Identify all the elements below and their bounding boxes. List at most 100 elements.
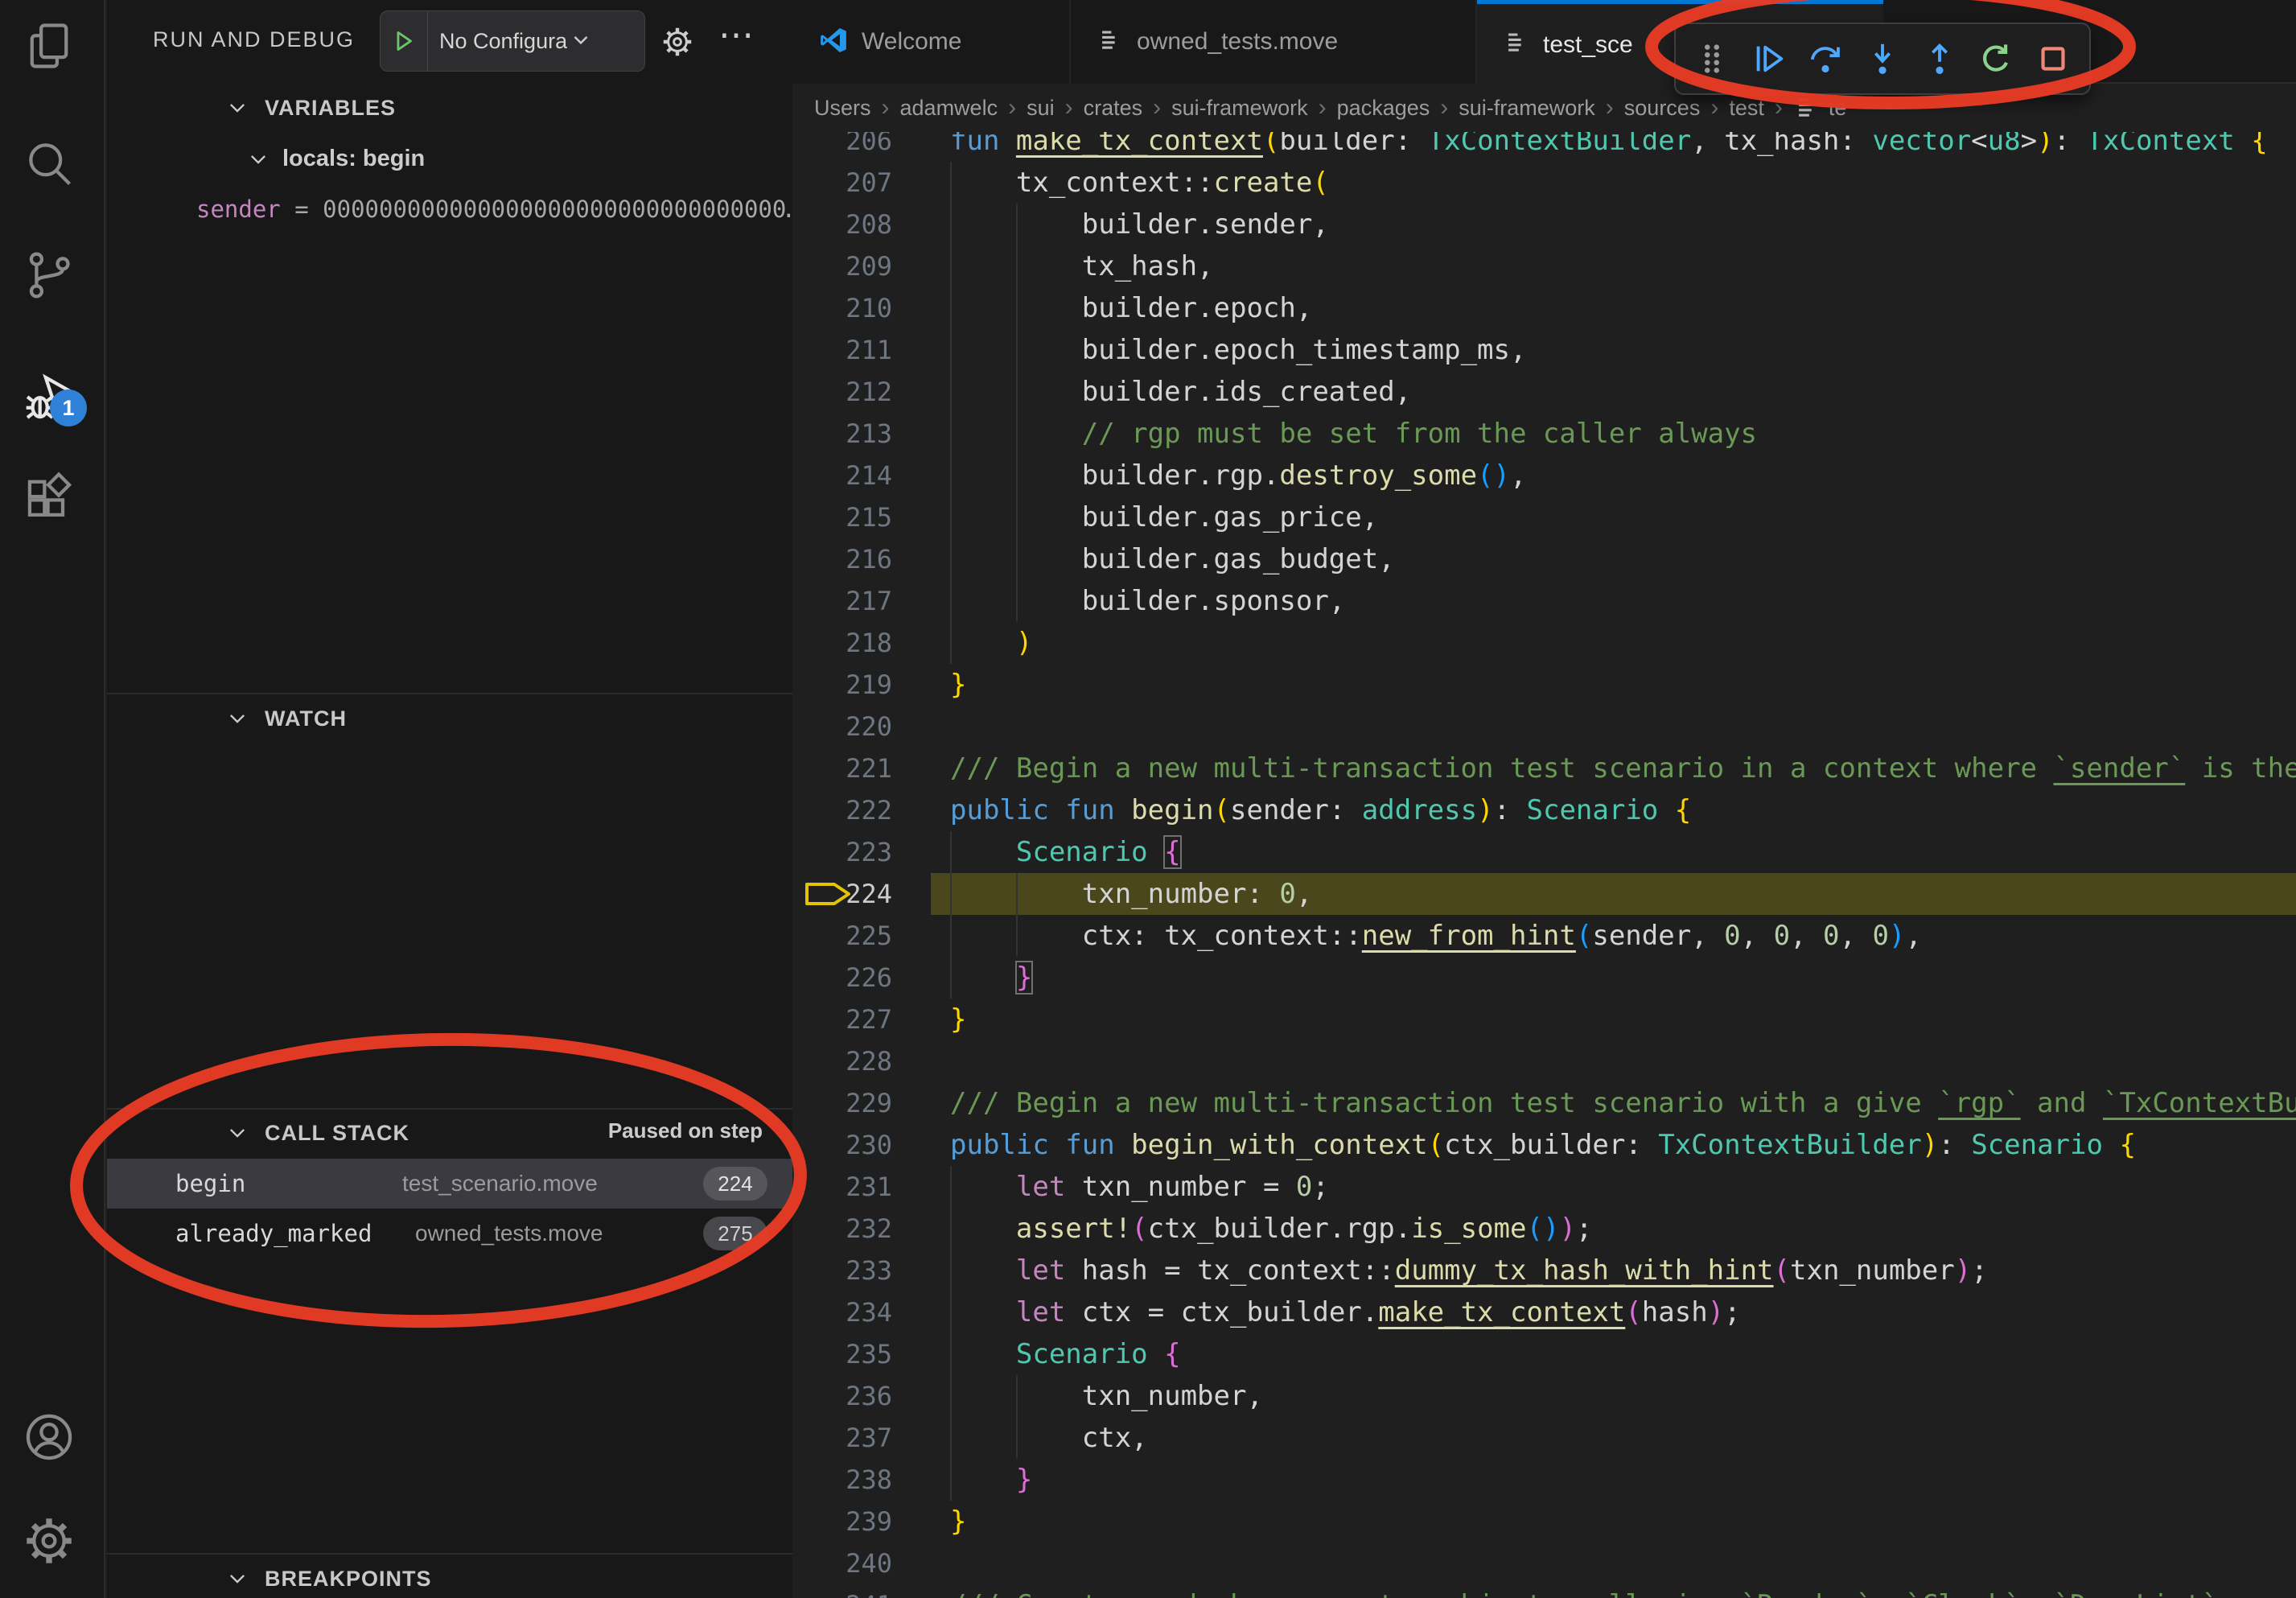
line-number[interactable]: 218 [792,622,892,664]
line-number[interactable]: 213 [792,413,892,455]
code-line-226[interactable]: 226 } [792,957,2296,999]
code-line-231[interactable]: 231 let txn_number = 0; [792,1166,2296,1208]
code-line-230[interactable]: 230public fun begin_with_context(ctx_bui… [792,1124,2296,1166]
code-line-222[interactable]: 222public fun begin(sender: address): Sc… [792,789,2296,831]
toolbar-drag-grip[interactable] [1692,39,1732,79]
code-line-237[interactable]: 237 ctx, [792,1417,2296,1459]
line-number[interactable]: 240 [792,1542,892,1584]
code-line-241[interactable]: 241/// Creates and shares system objects… [792,1584,2296,1598]
line-number[interactable]: 206 [792,132,892,162]
code-line-215[interactable]: 215 builder.gas_price, [792,496,2296,538]
line-number[interactable]: 215 [792,496,892,538]
code-line-223[interactable]: 223 Scenario { [792,831,2296,873]
line-number[interactable]: 236 [792,1375,892,1417]
line-number[interactable]: 239 [792,1501,892,1542]
line-number[interactable]: 238 [792,1459,892,1501]
watch-chevron-icon[interactable] [226,707,249,730]
source-control-icon[interactable] [22,248,76,303]
code-line-221[interactable]: 221/// Begin a new multi-transaction tes… [792,748,2296,789]
line-number[interactable]: 207 [792,162,892,204]
line-number[interactable]: 222 [792,789,892,831]
continue-button[interactable] [1749,39,1789,79]
line-number[interactable]: 217 [792,580,892,622]
line-number[interactable]: 226 [792,957,892,999]
step-over-button[interactable] [1805,39,1845,79]
line-number[interactable]: 225 [792,915,892,957]
line-number[interactable]: 235 [792,1333,892,1375]
code-line-239[interactable]: 239} [792,1501,2296,1542]
code-line-227[interactable]: 227} [792,999,2296,1040]
line-number[interactable]: 234 [792,1291,892,1333]
line-number[interactable]: 224 [792,873,892,915]
breadcrumb-item[interactable]: sui-framework [1171,96,1308,121]
line-number[interactable]: 227 [792,999,892,1040]
line-number[interactable]: 221 [792,748,892,789]
code-line-229[interactable]: 229/// Begin a new multi-transaction tes… [792,1082,2296,1124]
start-debug-icon[interactable] [381,26,427,56]
stack-frame-begin[interactable]: begin test_scenario.move 224 [107,1159,792,1209]
code-line-225[interactable]: 225 ctx: tx_context::new_from_hint(sende… [792,915,2296,957]
variable-sender[interactable]: sender = 0000000000000000000000000000000… [196,196,792,223]
line-number[interactable]: 228 [792,1040,892,1082]
line-number[interactable]: 211 [792,329,892,371]
more-actions-icon[interactable]: ⋯ [718,14,754,56]
line-number[interactable]: 237 [792,1417,892,1459]
line-number[interactable]: 241 [792,1584,892,1598]
code-line-214[interactable]: 214 builder.rgp.destroy_some(), [792,455,2296,496]
line-number[interactable]: 230 [792,1124,892,1166]
code-line-212[interactable]: 212 builder.ids_created, [792,371,2296,413]
code-line-217[interactable]: 217 builder.sponsor, [792,580,2296,622]
breadcrumb-file[interactable]: te [1793,94,1847,121]
code-line-219[interactable]: 219} [792,664,2296,706]
code-line-206[interactable]: 206fun make_tx_context(builder: TxContex… [792,132,2296,162]
line-number[interactable]: 216 [792,538,892,580]
line-number[interactable]: 208 [792,204,892,245]
line-number[interactable]: 231 [792,1166,892,1208]
settings-gear-icon[interactable] [22,1514,76,1568]
restart-button[interactable] [1976,39,2016,79]
variables-chevron-icon[interactable] [226,97,249,119]
breadcrumb-item[interactable]: crates [1084,96,1143,121]
breadcrumb-item[interactable]: sources [1624,96,1701,121]
code-line-236[interactable]: 236 txn_number, [792,1375,2296,1417]
debug-settings-gear-icon[interactable] [660,24,695,60]
extensions-icon[interactable] [22,472,76,526]
start-debug-dropdown[interactable]: No Configura [380,10,645,72]
line-number[interactable]: 209 [792,245,892,287]
code-line-211[interactable]: 211 builder.epoch_timestamp_ms, [792,329,2296,371]
breadcrumb-item[interactable]: test [1729,96,1764,121]
code-line-228[interactable]: 228 [792,1040,2296,1082]
breadcrumb-item[interactable]: adamwelc [900,96,998,121]
code-line-213[interactable]: 213 // rgp must be set from the caller a… [792,413,2296,455]
line-number[interactable]: 210 [792,287,892,329]
breadcrumb-item[interactable]: Users [814,96,871,121]
code-line-233[interactable]: 233 let hash = tx_context::dummy_tx_hash… [792,1250,2296,1291]
line-number[interactable]: 212 [792,371,892,413]
breadcrumb-item[interactable]: sui [1027,96,1055,121]
line-number[interactable]: 219 [792,664,892,706]
tab-owned-tests-move[interactable]: owned_tests.move [1071,0,1477,84]
call-stack-header[interactable]: CALL STACK [265,1121,409,1146]
watch-header[interactable]: WATCH [265,706,347,731]
code-editor[interactable]: 206fun make_tx_context(builder: TxContex… [792,132,2296,1598]
code-line-232[interactable]: 232 assert!(ctx_builder.rgp.is_some()); [792,1208,2296,1250]
tab-welcome[interactable]: Welcome [792,0,1071,84]
line-number[interactable]: 220 [792,706,892,748]
breakpoints-header[interactable]: BREAKPOINTS [265,1567,432,1592]
line-number[interactable]: 232 [792,1208,892,1250]
code-line-234[interactable]: 234 let ctx = ctx_builder.make_tx_contex… [792,1291,2296,1333]
breakpoints-chevron-icon[interactable] [226,1567,249,1590]
code-line-224[interactable]: 224 txn_number: 0, [792,873,2296,915]
code-line-240[interactable]: 240 [792,1542,2296,1584]
stack-frame-already-marked[interactable]: already_marked owned_tests.move 275 [107,1209,792,1258]
variables-header[interactable]: VARIABLES [265,96,396,121]
code-line-208[interactable]: 208 builder.sender, [792,204,2296,245]
line-number[interactable]: 233 [792,1250,892,1291]
code-line-218[interactable]: 218 ) [792,622,2296,664]
breadcrumb-item[interactable]: packages [1337,96,1430,121]
code-line-207[interactable]: 207 tx_context::create( [792,162,2296,204]
step-into-button[interactable] [1862,39,1903,79]
code-line-235[interactable]: 235 Scenario { [792,1333,2296,1375]
code-line-209[interactable]: 209 tx_hash, [792,245,2296,287]
code-line-216[interactable]: 216 builder.gas_budget, [792,538,2296,580]
